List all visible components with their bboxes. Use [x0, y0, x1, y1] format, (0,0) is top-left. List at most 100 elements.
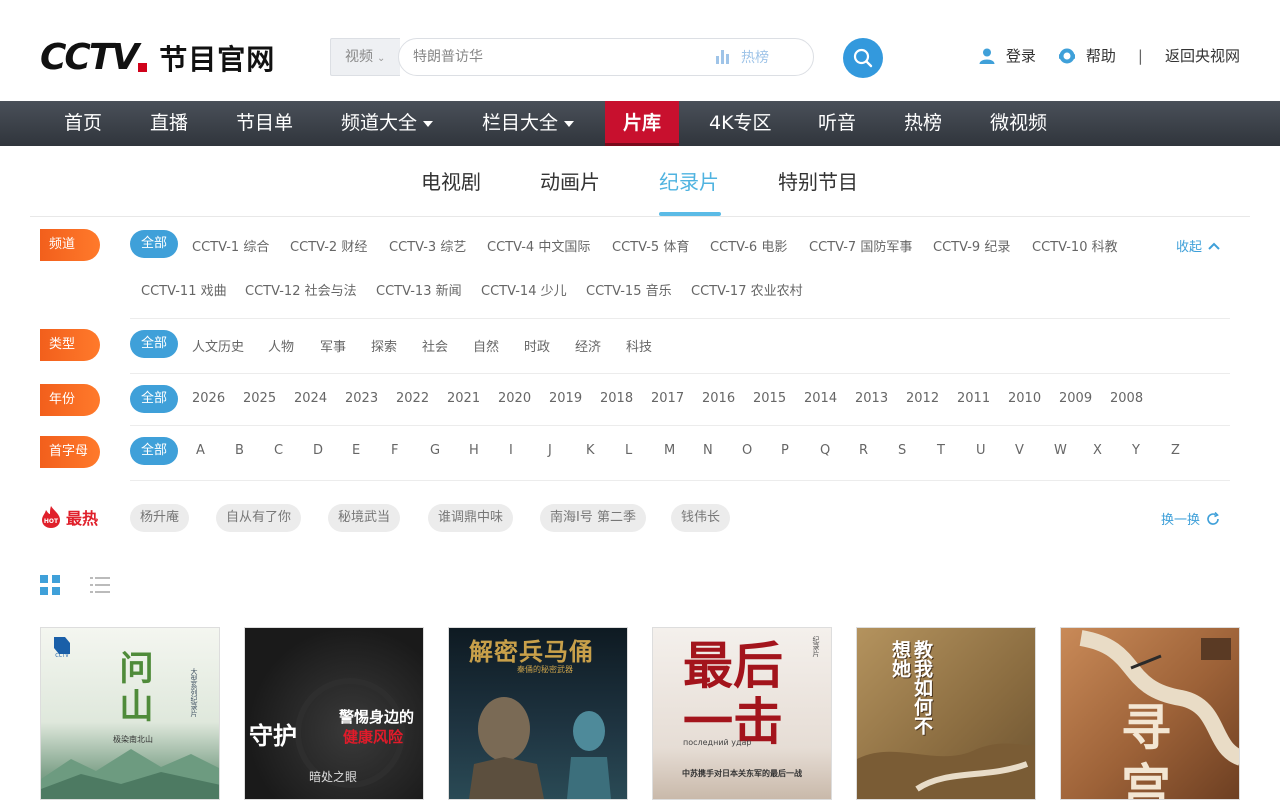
channel-option[interactable]: CCTV-15 音乐 [586, 280, 672, 299]
search-type-select[interactable]: 视频 ⌄ [330, 38, 400, 76]
year-option[interactable]: 2009 [1059, 391, 1092, 406]
year-option[interactable]: 2021 [447, 391, 480, 406]
type-option[interactable]: 人物 [268, 336, 294, 355]
type-option[interactable]: 经济 [575, 336, 601, 355]
list-view-icon[interactable] [90, 576, 110, 594]
hot-tag[interactable]: 谁调鼎中味 [428, 504, 514, 532]
type-option[interactable]: 科技 [626, 336, 652, 355]
hot-list-link[interactable]: 热榜 [741, 47, 769, 67]
channel-option[interactable]: CCTV-11 戏曲 [141, 280, 227, 299]
poster-card[interactable]: 最后一击 纪录片 последний удар 中苏携手对日本关东军的最后一战 [652, 627, 832, 800]
letter-option[interactable]: N [703, 443, 713, 458]
channel-option[interactable]: CCTV-5 体育 [612, 236, 689, 255]
channel-option[interactable]: CCTV-10 科教 [1032, 236, 1118, 255]
type-option[interactable]: 时政 [524, 336, 550, 355]
channel-option[interactable]: CCTV-9 纪录 [933, 236, 1010, 255]
hot-tag[interactable]: 南海Ⅰ号 第二季 [540, 504, 646, 532]
letter-option[interactable]: U [976, 443, 986, 458]
channel-option[interactable]: CCTV-1 综合 [192, 236, 269, 255]
letter-option[interactable]: M [664, 443, 675, 458]
channel-option[interactable]: CCTV-17 农业农村 [691, 280, 803, 299]
nav-item-micro-video[interactable]: 微视频 [990, 101, 1047, 146]
channel-option[interactable]: CCTV-13 新闻 [376, 280, 462, 299]
year-option[interactable]: 2010 [1008, 391, 1041, 406]
nav-item-channels[interactable]: 频道大全 [341, 101, 434, 146]
letter-option[interactable]: S [898, 443, 906, 458]
letter-option[interactable]: J [548, 443, 552, 458]
letter-option[interactable]: G [430, 443, 440, 458]
letter-option[interactable]: D [313, 443, 323, 458]
letter-option[interactable]: Y [1132, 443, 1140, 458]
search-input[interactable] [413, 39, 703, 75]
year-option[interactable]: 2018 [600, 391, 633, 406]
type-option-all[interactable]: 全部 [130, 330, 179, 358]
hot-tag[interactable]: 杨升庵 [130, 504, 190, 532]
letter-option[interactable]: A [196, 443, 205, 458]
channel-option-all[interactable]: 全部 [130, 230, 179, 258]
type-option[interactable]: 自然 [473, 336, 499, 355]
nav-item-live[interactable]: 直播 [150, 101, 188, 146]
year-option[interactable]: 2019 [549, 391, 582, 406]
letter-option[interactable]: X [1093, 443, 1102, 458]
nav-item-4k[interactable]: 4K专区 [709, 101, 772, 146]
hot-tag[interactable]: 自从有了你 [216, 504, 302, 532]
letter-option[interactable]: B [235, 443, 244, 458]
year-option[interactable]: 2008 [1110, 391, 1143, 406]
year-option[interactable]: 2014 [804, 391, 837, 406]
year-option[interactable]: 2025 [243, 391, 276, 406]
channel-option[interactable]: CCTV-6 电影 [710, 236, 787, 255]
year-option[interactable]: 2015 [753, 391, 786, 406]
search-button[interactable] [843, 38, 883, 78]
channel-option[interactable]: CCTV-4 中文国际 [487, 236, 590, 255]
letter-option[interactable]: R [859, 443, 868, 458]
grid-view-icon[interactable] [40, 575, 60, 595]
cctv-logo[interactable]: CCTV 节目官网 [40, 38, 275, 78]
poster-card[interactable]: 解密兵马俑 秦俑的秘密武器 [448, 627, 628, 800]
year-option[interactable]: 2012 [906, 391, 939, 406]
poster-card[interactable]: 守护 警惕身边的 健康风险 暗处之眼 [244, 627, 424, 800]
type-option[interactable]: 人文历史 [192, 336, 244, 355]
help-link[interactable]: 帮助 [1058, 45, 1116, 66]
letter-option[interactable]: V [1015, 443, 1024, 458]
login-link[interactable]: 登录 [978, 45, 1036, 66]
letter-option[interactable]: O [742, 443, 752, 458]
letter-option[interactable]: C [274, 443, 283, 458]
letter-option[interactable]: H [469, 443, 479, 458]
letter-option[interactable]: I [509, 443, 513, 458]
hot-tag[interactable]: 钱伟长 [671, 504, 731, 532]
year-option[interactable]: 2011 [957, 391, 990, 406]
channel-option[interactable]: CCTV-7 国防军事 [809, 236, 912, 255]
nav-item-hotlist[interactable]: 热榜 [904, 101, 942, 146]
year-option[interactable]: 2026 [192, 391, 225, 406]
year-option[interactable]: 2017 [651, 391, 684, 406]
year-option-all[interactable]: 全部 [130, 385, 179, 413]
year-option[interactable]: 2024 [294, 391, 327, 406]
refresh-button[interactable]: 换一换 [1161, 509, 1220, 528]
back-to-cctv-link[interactable]: 返回央视网 [1165, 45, 1240, 66]
type-option[interactable]: 探索 [371, 336, 397, 355]
poster-card[interactable]: 教我如何不想她 [856, 627, 1036, 800]
channel-option[interactable]: CCTV-14 少儿 [481, 280, 567, 299]
letter-option[interactable]: F [391, 443, 398, 458]
nav-item-columns[interactable]: 栏目大全 [482, 101, 575, 146]
channel-option[interactable]: CCTV-2 财经 [290, 236, 367, 255]
letter-option[interactable]: Q [820, 443, 830, 458]
year-option[interactable]: 2016 [702, 391, 735, 406]
year-option[interactable]: 2020 [498, 391, 531, 406]
letter-option[interactable]: P [781, 443, 789, 458]
letter-option[interactable]: Z [1171, 443, 1180, 458]
year-option[interactable]: 2023 [345, 391, 378, 406]
nav-item-schedule[interactable]: 节目单 [236, 101, 293, 146]
letter-option-all[interactable]: 全部 [130, 437, 179, 465]
letter-option[interactable]: K [586, 443, 595, 458]
year-option[interactable]: 2022 [396, 391, 429, 406]
channel-option[interactable]: CCTV-12 社会与法 [245, 280, 357, 299]
type-option[interactable]: 社会 [422, 336, 448, 355]
hot-tag[interactable]: 秘境武当 [328, 504, 401, 532]
type-option[interactable]: 军事 [320, 336, 346, 355]
nav-item-library[interactable]: 片库 [605, 101, 679, 146]
tab-special[interactable]: 特别节目 [778, 166, 858, 195]
poster-card[interactable]: CCTV 问山 大型系列纪录片 极染南北山 [40, 627, 220, 800]
tab-tv-series[interactable]: 电视剧 [421, 166, 481, 195]
nav-item-audio[interactable]: 听音 [818, 101, 856, 146]
